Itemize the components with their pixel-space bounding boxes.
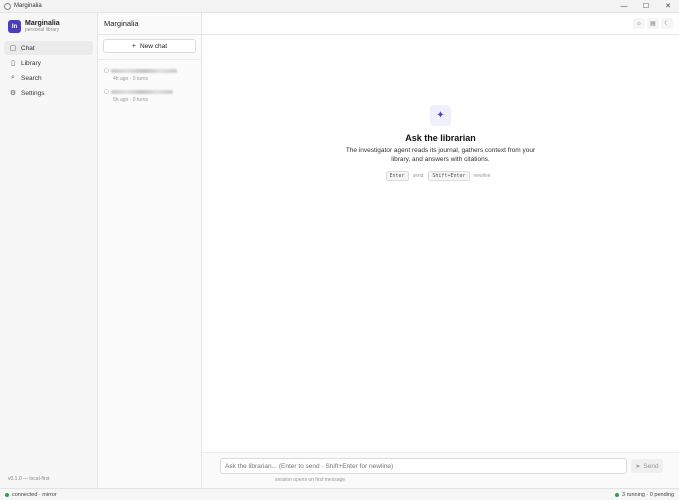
list-item[interactable]: ▢ 5h ago · 0 turns <box>104 88 198 103</box>
composer: ➤ Send session opens on first message <box>202 452 679 488</box>
sparkles-icon: ✦ <box>430 105 451 126</box>
sidebar-item-label: Library <box>21 59 41 67</box>
empty-state-title: Ask the librarian <box>405 133 476 143</box>
connection-status-icon <box>5 492 9 497</box>
brand-name: Marginalia <box>25 20 60 27</box>
redacted-title <box>111 90 173 94</box>
app-icon <box>4 2 11 10</box>
window-title-bar: Marginalia — ☐ ✕ <box>0 0 679 13</box>
send-label: Send <box>643 462 659 470</box>
sidebar-item-library[interactable]: ▯ Library <box>4 56 93 70</box>
send-button[interactable]: ➤ Send <box>631 459 663 473</box>
keyboard-hints: Enter send Shift+Enter newline <box>202 171 679 181</box>
hint-send: send <box>412 173 424 179</box>
activity-status-icon <box>615 492 620 497</box>
chat-meta: 4h ago · 0 turns <box>113 76 149 82</box>
redacted-title <box>111 69 177 73</box>
message-input[interactable] <box>220 458 627 474</box>
version-label: v0.1.0 — local-first <box>8 476 50 482</box>
window-title: Marginalia <box>14 3 42 9</box>
sidebar-item-label: Search <box>21 74 42 82</box>
brand-logo: ln <box>8 20 21 33</box>
new-chat-button[interactable]: + New chat <box>103 39 196 53</box>
connection-status: connected · mirror <box>12 491 57 498</box>
chat-meta: 5h ago · 0 turns <box>113 97 149 103</box>
composer-note: session opens on first message <box>275 477 346 483</box>
sidebar-item-label: Chat <box>21 44 35 52</box>
book-icon: ▯ <box>11 60 15 67</box>
chat-list-panel: + New chat ▢ 4h ago · 0 turns ▢ 5h ago ·… <box>98 13 202 488</box>
sidebar-nav: ▢ Chat ▯ Library ⌕ Search ⚙ Settings <box>0 41 97 100</box>
sidebar: ln Marginalia personal library ▢ Chat ▯ … <box>0 13 98 488</box>
enter-key: Enter <box>385 171 409 181</box>
sidebar-item-chat[interactable]: ▢ Chat <box>4 41 93 55</box>
empty-state: ✦ Ask the librarian The investigator age… <box>202 105 679 181</box>
chat-icon: ▢ <box>9 45 17 52</box>
sidebar-item-settings[interactable]: ⚙ Settings <box>4 86 93 100</box>
sidebar-item-label: Settings <box>21 89 45 97</box>
shift-enter-key: Shift+Enter <box>428 171 470 181</box>
brand: ln Marginalia personal library <box>0 13 97 38</box>
panel-toggle-button[interactable]: ▤ <box>647 18 659 29</box>
empty-state-description: The investigator agent reads its journal… <box>345 147 536 163</box>
maximize-button[interactable]: ☐ <box>635 0 657 13</box>
header-toolbar: ☼ ▤ ☾ <box>631 18 673 29</box>
hint-newline: newline <box>473 173 491 179</box>
divider <box>98 59 202 60</box>
divider <box>98 34 679 35</box>
chat-icon: ▢ <box>104 89 109 95</box>
list-item[interactable]: ▢ 4h ago · 0 turns <box>104 67 198 82</box>
plus-icon: + <box>131 42 136 50</box>
sidebar-item-search[interactable]: ⌕ Search <box>4 71 93 85</box>
brand-subtitle: personal library <box>25 27 60 33</box>
theme-dark-button[interactable]: ☾ <box>661 18 673 29</box>
page-title: Marginalia <box>104 19 139 28</box>
job-status: 3 running · 0 pending <box>622 491 674 498</box>
chat-icon: ▢ <box>104 68 109 74</box>
gear-icon: ⚙ <box>9 90 17 97</box>
close-button[interactable]: ✕ <box>657 0 679 13</box>
theme-light-button[interactable]: ☼ <box>633 18 645 29</box>
search-icon: ⌕ <box>11 74 15 81</box>
status-bar: connected · mirror 3 running · 0 pending <box>0 488 679 500</box>
new-chat-label: New chat <box>139 42 168 50</box>
send-icon: ➤ <box>635 463 641 470</box>
minimize-button[interactable]: — <box>613 0 635 13</box>
